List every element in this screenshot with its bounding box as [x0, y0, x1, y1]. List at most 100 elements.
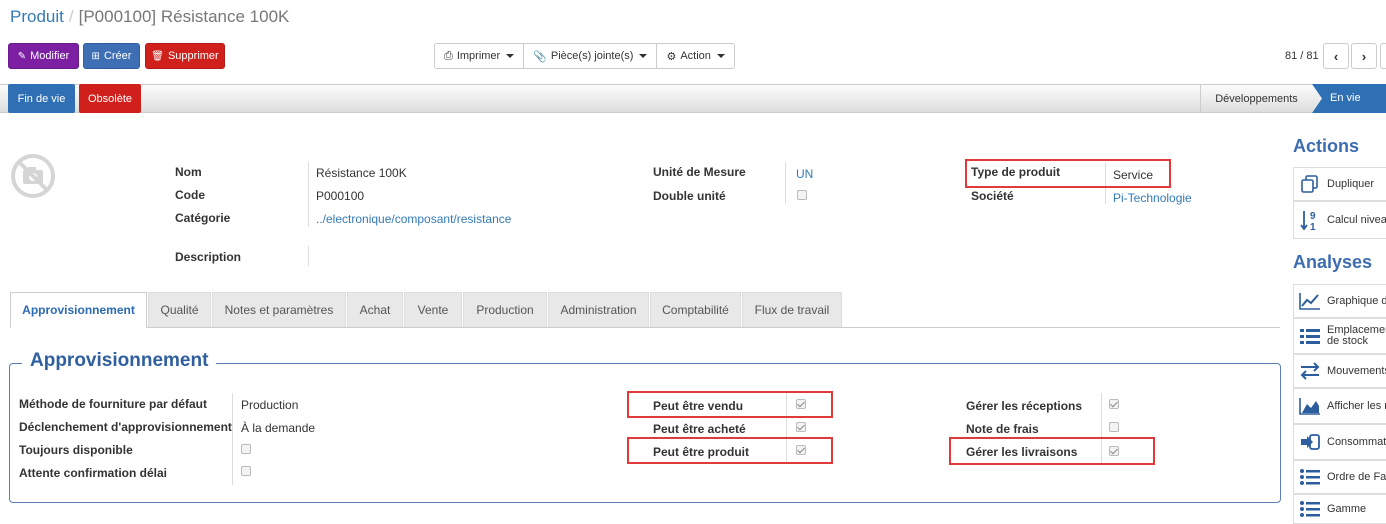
creer-button[interactable]: ⊞ Créer — [83, 43, 140, 69]
unite-label: Unité de Mesure — [653, 165, 746, 179]
actions-title: Actions — [1293, 136, 1360, 156]
breadcrumb: Produit / [P000100] Résistance 100K — [10, 7, 289, 27]
calcul-niveau-action[interactable]: 91 Calcul niveau nomenclature — [1293, 201, 1386, 239]
societe-label: Société — [971, 189, 1014, 203]
ordre-fabrication-label: Ordre de Fa — [1327, 470, 1386, 483]
copy-icon — [1299, 173, 1321, 195]
modifier-label: Modifier — [30, 50, 70, 62]
pieces-label: Pièce(s) jointe(s) — [550, 50, 634, 62]
gerer-receptions-checkbox[interactable] — [1109, 399, 1119, 409]
emplacement-label: Emplacement de stock — [1327, 324, 1386, 347]
pieces-jointes-dropdown[interactable]: 📎 Pièce(s) jointe(s) — [524, 44, 658, 68]
declenchement-field[interactable]: À la demande — [241, 421, 315, 435]
creer-label: Créer — [103, 50, 132, 62]
print-icon: ⎙ — [444, 49, 453, 62]
graphique-analyse[interactable]: Graphique d — [1293, 284, 1386, 318]
no-photo-icon — [11, 154, 55, 198]
dupliquer-action[interactable]: Dupliquer — [1293, 167, 1386, 201]
tab-achat[interactable]: Achat — [347, 292, 403, 327]
obsolete-button[interactable]: Obsolète — [79, 84, 141, 113]
gear-icon: ⚙ — [666, 50, 677, 63]
declenchement-label: Déclenchement d'approvisionnement — [19, 420, 232, 434]
next-record-button[interactable]: › — [1351, 43, 1377, 69]
mouvements-analyse[interactable]: Mouvements — [1293, 354, 1386, 388]
tab-production[interactable]: Production — [463, 292, 547, 327]
code-label: Code — [175, 188, 205, 202]
highlight-box — [627, 437, 833, 464]
tab-notes-parametres[interactable]: Notes et paramètres — [212, 292, 346, 327]
pager-counter[interactable]: 81 / 81 — [1285, 50, 1319, 62]
sign-in-icon — [1299, 431, 1321, 453]
societe-link[interactable]: Pi-Technologie — [1113, 191, 1192, 205]
caret-down-icon — [506, 54, 515, 58]
action-dropdown[interactable]: ⚙ Action — [657, 44, 733, 68]
previous-record-button[interactable]: ‹ — [1323, 43, 1349, 69]
tabs-baseline — [10, 327, 1280, 328]
gamme-label: Gamme — [1327, 502, 1367, 515]
attente-confirmation-checkbox[interactable] — [241, 466, 251, 476]
double-unite-checkbox[interactable] — [797, 190, 807, 200]
product-image[interactable] — [10, 153, 56, 199]
caret-down-icon — [716, 54, 725, 58]
supprimer-label: Supprimer — [167, 50, 219, 62]
tab-comptabilite[interactable]: Comptabilité — [650, 292, 741, 327]
breadcrumb-separator: / — [68, 7, 74, 26]
toujours-disponible-checkbox[interactable] — [241, 444, 251, 454]
statusbar — [0, 84, 1386, 113]
supprimer-button[interactable]: 🗑 Supprimer — [145, 43, 225, 69]
afficher-label: Afficher les r — [1327, 399, 1386, 412]
note-frais-label: Note de frais — [966, 422, 1039, 436]
fin-de-vie-button[interactable]: Fin de vie — [8, 84, 75, 113]
plus-square-icon: ⊞ — [91, 50, 100, 62]
unite-link[interactable]: UN — [796, 167, 813, 181]
emplacement-stock-analyse[interactable]: Emplacement de stock — [1293, 318, 1386, 354]
note-frais-checkbox[interactable] — [1109, 422, 1119, 432]
methode-label: Méthode de fourniture par défaut — [19, 397, 208, 411]
highlight-box — [627, 391, 833, 418]
tab-vente[interactable]: Vente — [404, 292, 462, 327]
chevron-right-icon: › — [1361, 48, 1367, 64]
analyses-title: Analyses — [1293, 252, 1373, 272]
stage-developpements[interactable]: Développements — [1200, 84, 1312, 113]
breadcrumb-parent-link[interactable]: Produit — [10, 7, 64, 26]
code-field[interactable]: P000100 — [316, 189, 364, 203]
area-chart-icon — [1299, 395, 1321, 417]
consommation-analyse[interactable]: Consommat — [1293, 424, 1386, 460]
highlight-box — [965, 159, 1171, 188]
trash-icon: 🗑 — [151, 50, 164, 62]
description-label: Description — [175, 250, 242, 264]
svg-text:9: 9 — [1310, 211, 1316, 222]
categorie-link[interactable]: ../electronique/composant/resistance — [316, 212, 511, 226]
nom-label: Nom — [175, 165, 202, 179]
peut-etre-achete-checkbox[interactable] — [796, 422, 806, 432]
divider — [308, 246, 309, 266]
paperclip-icon: 📎 — [533, 50, 547, 63]
tab-flux-travail[interactable]: Flux de travail — [742, 292, 842, 327]
more-nav-button[interactable] — [1380, 43, 1386, 69]
breadcrumb-current: [P000100] Résistance 100K — [78, 7, 290, 26]
tab-qualite[interactable]: Qualité — [148, 292, 211, 327]
list-ul-icon — [1299, 498, 1321, 520]
stage-en-vie[interactable]: En vie — [1312, 84, 1386, 113]
exchange-icon — [1299, 360, 1321, 382]
tab-administration[interactable]: Administration — [548, 292, 649, 327]
categorie-label: Catégorie — [175, 211, 231, 225]
ordre-fabrication-analyse[interactable]: Ordre de Fa — [1293, 460, 1386, 494]
tab-approvisionnement[interactable]: Approvisionnement — [10, 292, 147, 328]
modifier-button[interactable]: ✎ Modifier — [8, 43, 79, 69]
section-title: Approvisionnement — [22, 350, 217, 372]
afficher-analyse[interactable]: Afficher les r — [1293, 388, 1386, 424]
methode-field[interactable]: Production — [241, 398, 298, 412]
toujours-disponible-label: Toujours disponible — [19, 443, 133, 457]
nom-field[interactable]: Résistance 100K — [316, 166, 407, 180]
stage-en-vie-label: En vie — [1330, 92, 1361, 104]
gamme-analyse[interactable]: Gamme — [1293, 494, 1386, 524]
action-label: Action — [680, 50, 711, 62]
edit-icon: ✎ — [17, 50, 27, 62]
svg-text:1: 1 — [1310, 222, 1316, 231]
line-chart-icon — [1299, 290, 1321, 312]
imprimer-dropdown[interactable]: ⎙ Imprimer — [435, 44, 525, 68]
double-unite-label: Double unité — [653, 189, 726, 203]
dupliquer-label: Dupliquer — [1327, 177, 1375, 190]
imprimer-label: Imprimer — [456, 50, 501, 62]
